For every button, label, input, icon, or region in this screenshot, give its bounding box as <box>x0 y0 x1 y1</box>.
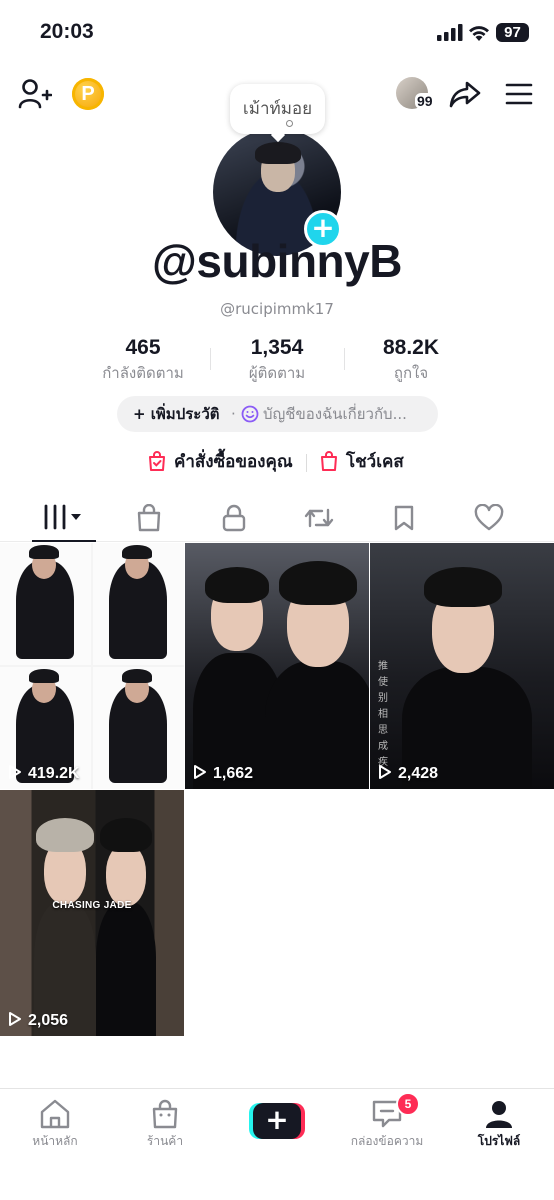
view-count: 419.2K <box>8 764 80 783</box>
collage-photo <box>93 543 184 665</box>
overlay-title-text: CHASING JADE <box>52 900 132 911</box>
collage-photo <box>0 543 91 665</box>
profile-links: คำสั่งซื้อของคุณ โชว์เคส <box>0 448 554 478</box>
nav-profile[interactable]: โปรไฟล์ <box>444 1099 554 1151</box>
stat-likes[interactable]: 88.2K ถูกใจ <box>341 336 481 385</box>
stat-followers-label: ผู้ติดตาม <box>248 364 306 382</box>
tab-reposts[interactable] <box>273 494 365 542</box>
bio-prompt: บัญชีของฉันเกี่ยวกับ... <box>263 405 407 423</box>
status-bar: 20:03 97 <box>0 0 554 66</box>
stat-likes-label: ถูกใจ <box>393 364 429 382</box>
note-dot-icon <box>286 120 293 127</box>
play-icon <box>379 765 391 779</box>
note-bubble[interactable]: เม้าท์มอย <box>230 84 325 134</box>
play-icon <box>9 1012 21 1026</box>
coin-icon[interactable]: P <box>72 78 104 110</box>
video-thumbnail[interactable]: 推使别相思成疾 2,428 <box>370 543 554 789</box>
view-count: 1,662 <box>193 764 253 783</box>
play-icon <box>9 765 21 779</box>
stat-followers-value: 1,354 <box>250 336 304 359</box>
stat-following-value: 465 <box>125 336 161 359</box>
orders-link-label: คำสั่งซื้อของคุณ <box>174 452 293 472</box>
note-bubble-text: เม้าท์มอย <box>242 99 313 119</box>
add-bio-button[interactable]: + เพิ่มประวัติ · บัญชีของฉันเกี่ยวกับ... <box>117 396 438 432</box>
shop-bag-icon <box>321 451 337 471</box>
repost-icon <box>304 508 334 528</box>
tab-shop[interactable] <box>103 494 195 542</box>
stat-following-label: กำลังติดตาม <box>102 364 184 382</box>
shop-bag-icon <box>137 504 161 532</box>
video-thumbnail[interactable]: 1,662 <box>185 543 369 789</box>
nav-inbox-label: กล่องข้อความ <box>350 1134 424 1148</box>
view-count-text: 1,662 <box>213 765 254 782</box>
view-count-text: 2,056 <box>28 1012 69 1029</box>
view-count-text: 2,428 <box>398 765 439 782</box>
profile-visitors-count[interactable]: 99 <box>415 93 435 109</box>
home-icon <box>40 1099 70 1129</box>
lock-icon <box>222 504 246 532</box>
create-button[interactable]: + <box>249 1103 305 1139</box>
links-divider <box>306 454 307 472</box>
tab-private[interactable] <box>188 494 280 542</box>
showcase-link-label: โชว์เคส <box>346 452 404 472</box>
bio-separator: · <box>231 405 236 423</box>
stat-likes-value: 88.2K <box>382 336 440 359</box>
view-count: 2,056 <box>8 1011 68 1030</box>
cellular-signal-icon <box>437 24 463 41</box>
nav-home[interactable]: หน้าหลัก <box>0 1099 110 1151</box>
display-name: @subinnyB <box>152 235 402 287</box>
nav-inbox[interactable]: กล่องข้อความ <box>332 1099 442 1151</box>
tab-videos[interactable] <box>18 494 110 542</box>
order-bag-icon <box>149 451 165 471</box>
share-icon[interactable] <box>449 80 481 108</box>
menu-icon[interactable] <box>505 82 533 106</box>
play-icon <box>194 765 206 779</box>
status-time: 20:03 <box>40 20 94 43</box>
battery-icon: 97 <box>496 23 529 42</box>
view-count-text: 419.2K <box>28 765 80 782</box>
profile-icon <box>486 1101 512 1128</box>
profile-tabs <box>0 494 554 542</box>
stat-following[interactable]: 465 กำลังติดตาม <box>73 336 213 385</box>
add-bio-label: + เพิ่มประวัติ <box>133 405 220 423</box>
collage-photo <box>93 667 184 789</box>
heart-icon <box>474 504 504 531</box>
username: @rucipimmk17 <box>220 300 334 318</box>
overlay-vertical-text: 推使别相思成疾 <box>378 661 388 768</box>
wifi-icon <box>469 26 489 41</box>
profile-stats: 465 กำลังติดตาม 1,354 ผู้ติดตาม 88.2K ถู… <box>0 336 554 386</box>
video-grid-icon <box>44 504 81 530</box>
nav-shop[interactable]: ร้านค้า <box>110 1099 220 1151</box>
add-friend-icon[interactable] <box>18 78 52 110</box>
nav-home-label: หน้าหลัก <box>32 1134 78 1148</box>
video-thumbnail[interactable]: 419.2K <box>0 543 184 789</box>
view-count: 2,428 <box>378 764 438 783</box>
tab-liked[interactable] <box>443 494 535 542</box>
tab-favorites[interactable] <box>358 494 450 542</box>
video-thumbnail[interactable]: CHASING JADE 2,056 <box>0 790 184 1036</box>
shop-icon <box>152 1099 178 1129</box>
active-tab-indicator <box>32 540 96 542</box>
bookmark-icon <box>394 505 414 531</box>
inbox-badge: 5 <box>396 1092 420 1116</box>
smile-icon <box>241 405 259 423</box>
bottom-navigation: หน้าหลัก ร้านค้า + กล่องข้อความ โปรไฟล์ <box>0 1088 554 1200</box>
create-plus-icon: + <box>253 1103 301 1139</box>
nav-profile-label: โปรไฟล์ <box>477 1134 521 1148</box>
avatar-hair <box>255 142 301 164</box>
nav-shop-label: ร้านค้า <box>146 1134 184 1148</box>
stat-followers[interactable]: 1,354 ผู้ติดตาม <box>207 336 347 385</box>
